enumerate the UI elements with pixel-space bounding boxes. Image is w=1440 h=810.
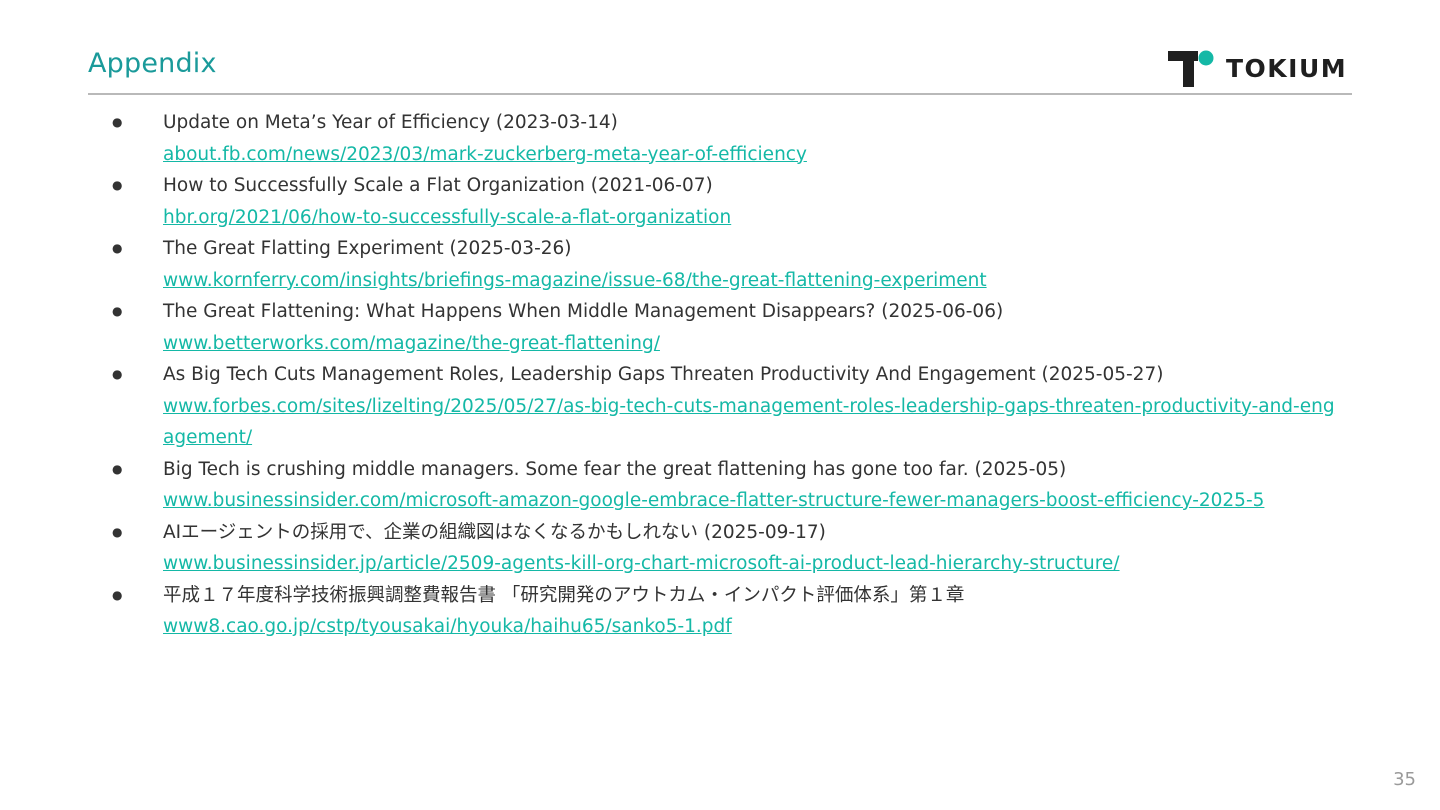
list-item: ● AIエージェントの採用で、企業の組織図はなくなるかもしれない (2025-0…: [112, 517, 1352, 580]
reference-link[interactable]: www.kornferry.com/insights/briefings-mag…: [163, 265, 1343, 297]
bullet-icon: ●: [112, 115, 123, 129]
tokium-logo: TOKIUM: [1168, 49, 1347, 89]
tokium-logo-text: TOKIUM: [1226, 54, 1348, 83]
list-item: ● As Big Tech Cuts Management Roles, Lea…: [112, 359, 1352, 454]
page-number: 35: [1393, 769, 1416, 790]
reference-link[interactable]: www.businessinsider.jp/article/2509-agen…: [163, 548, 1343, 580]
tokium-logo-icon: [1168, 50, 1214, 87]
bullet-icon: ●: [112, 461, 123, 476]
reference-title: As Big Tech Cuts Management Roles, Leade…: [163, 364, 1164, 385]
reference-title: The Great Flattening: What Happens When …: [163, 301, 1004, 322]
reference-title: Big Tech is crushing middle managers. So…: [163, 458, 1067, 480]
list-item: ● Update on Meta’s Year of Efficiency (2…: [112, 107, 1352, 170]
reference-link[interactable]: www8.cao.go.jp/cstp/tyousakai/hyouka/hai…: [163, 611, 1343, 643]
list-item: ● How to Successfully Scale a Flat Organ…: [112, 170, 1352, 233]
list-item: ● Big Tech is crushing middle managers. …: [112, 454, 1352, 517]
bullet-icon: ●: [112, 241, 123, 255]
reference-title: 平成１７年度科学技術振興調整費報告書 「研究開発のアウトカム・インパクト評価体系…: [163, 584, 965, 606]
reference-list: ● Update on Meta’s Year of Efficiency (2…: [112, 107, 1352, 643]
reference-title: The Great Flatting Experiment (2025-03-2…: [163, 238, 572, 259]
reference-link[interactable]: about.fb.com/news/2023/03/mark-zuckerber…: [163, 139, 1343, 171]
list-item: ● 平成１７年度科学技術振興調整費報告書 「研究開発のアウトカム・インパクト評価…: [112, 580, 1352, 643]
bullet-icon: ●: [112, 178, 123, 192]
bullet-icon: ●: [112, 367, 123, 381]
reference-link[interactable]: www.forbes.com/sites/lizelting/2025/05/2…: [163, 391, 1343, 454]
list-item: ● The Great Flatting Experiment (2025-03…: [112, 233, 1352, 296]
reference-link[interactable]: hbr.org/2021/06/how-to-successfully-scal…: [163, 202, 1343, 234]
list-item: ● The Great Flattening: What Happens Whe…: [112, 296, 1352, 359]
reference-link[interactable]: www.betterworks.com/magazine/the-great-f…: [163, 328, 1343, 360]
reference-title: Update on Meta’s Year of Efficiency (202…: [163, 112, 618, 133]
bullet-icon: ●: [112, 587, 123, 602]
title-divider: [88, 93, 1352, 95]
reference-link[interactable]: www.businessinsider.com/microsoft-amazon…: [163, 485, 1343, 517]
reference-title: AIエージェントの採用で、企業の組織図はなくなるかもしれない (2025-09-…: [163, 521, 826, 543]
slide-title: Appendix: [88, 48, 217, 79]
reference-title: How to Successfully Scale a Flat Organiz…: [163, 175, 713, 196]
bullet-icon: ●: [112, 304, 123, 318]
bullet-icon: ●: [112, 524, 123, 539]
